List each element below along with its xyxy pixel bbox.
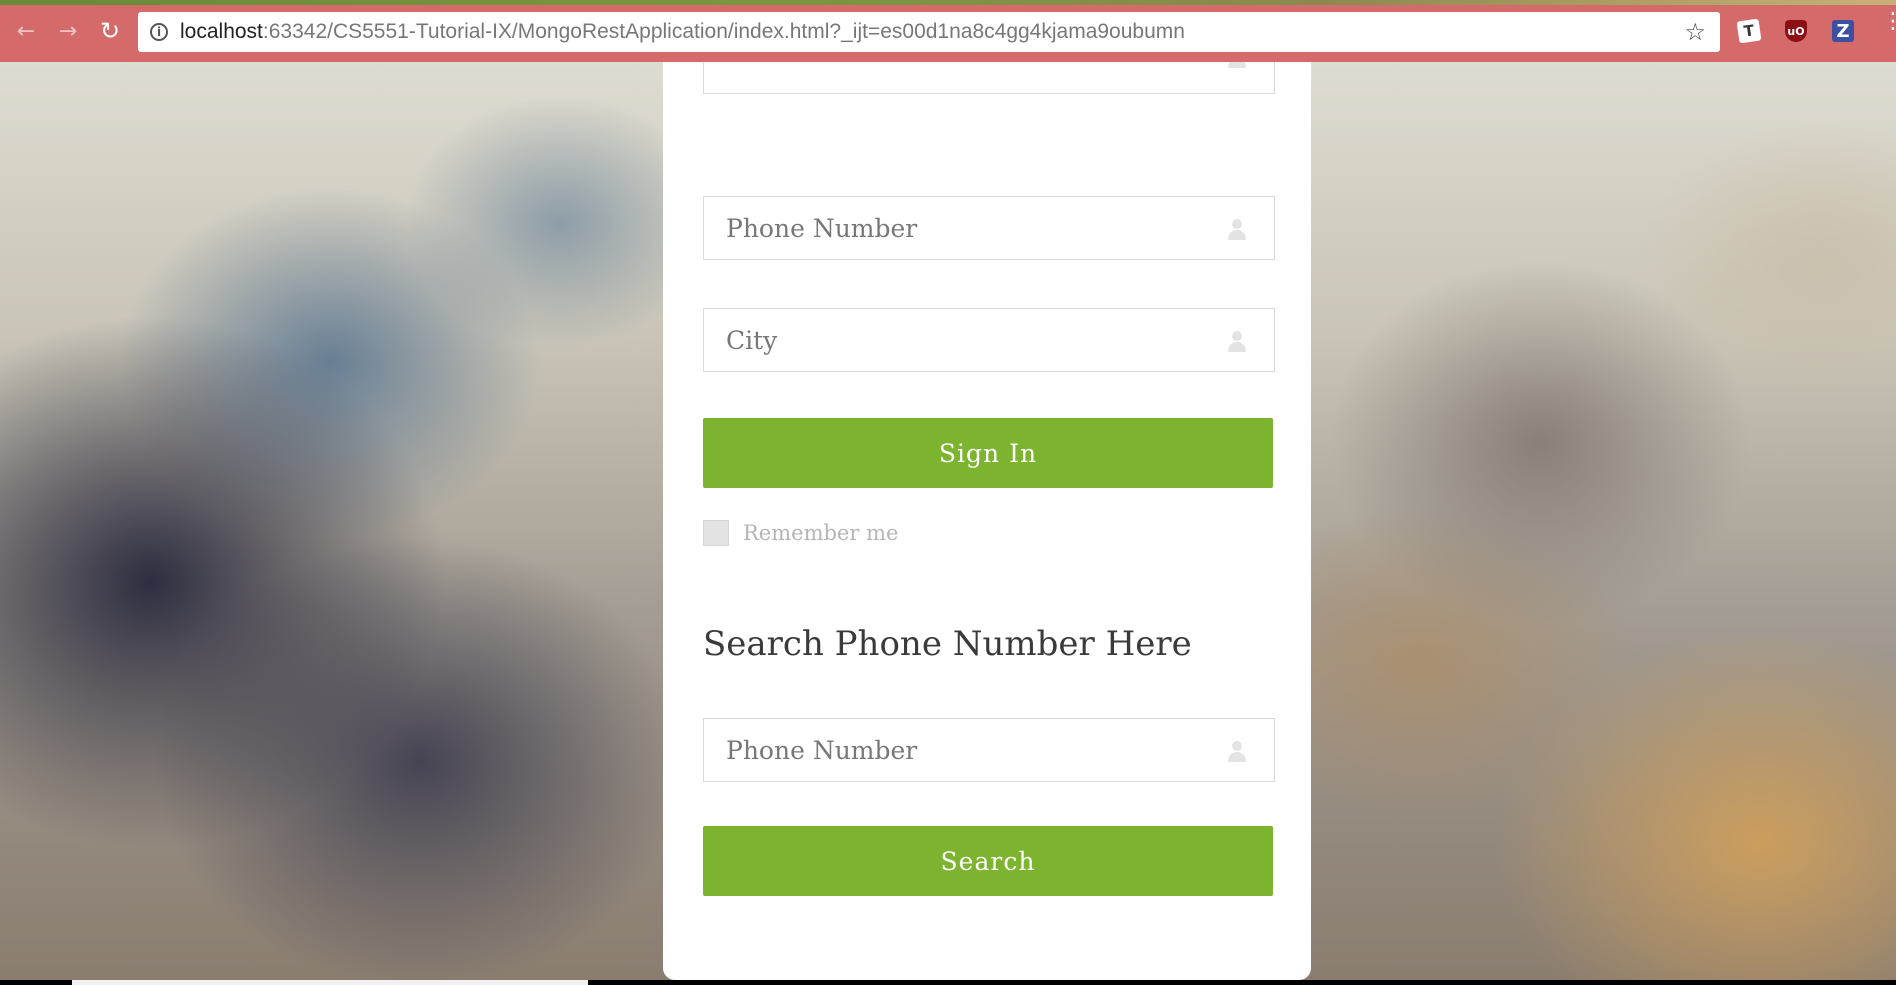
extension-z-icon[interactable]: Z bbox=[1832, 20, 1854, 42]
remember-me-checkbox[interactable] bbox=[703, 520, 729, 546]
reload-icon[interactable]: ↻ bbox=[96, 17, 124, 45]
search-button[interactable]: Search bbox=[703, 826, 1273, 896]
user-icon bbox=[1228, 741, 1246, 763]
user-icon bbox=[1228, 62, 1246, 69]
back-arrow-icon[interactable]: ← bbox=[12, 17, 40, 45]
sign-in-button[interactable]: Sign In bbox=[703, 418, 1273, 488]
last-name-input[interactable] bbox=[704, 62, 1206, 75]
search-title: Search Phone Number Here bbox=[703, 624, 1192, 664]
scrollbar-thumb[interactable] bbox=[72, 980, 588, 985]
address-bar[interactable]: i localhost:63342/CS5551-Tutorial-IX/Mon… bbox=[138, 12, 1720, 52]
info-icon[interactable]: i bbox=[150, 23, 168, 41]
search-card: Search Phone Number Here Search bbox=[663, 586, 1311, 980]
last-name-field[interactable] bbox=[703, 62, 1275, 94]
url-path: :63342/CS5551-Tutorial-IX/MongoRestAppli… bbox=[262, 20, 1185, 43]
tab-strip bbox=[0, 0, 1896, 5]
bookmark-star-icon[interactable]: ☆ bbox=[1684, 18, 1706, 46]
browser-menu-icon[interactable]: ⋮ bbox=[1882, 11, 1896, 33]
phone-number-field[interactable] bbox=[703, 196, 1275, 260]
horizontal-scrollbar[interactable] bbox=[0, 980, 1896, 985]
city-input[interactable] bbox=[704, 309, 1206, 371]
url-text[interactable]: localhost:63342/CS5551-Tutorial-IX/Mongo… bbox=[180, 20, 1185, 44]
remember-me-label[interactable]: Remember me bbox=[743, 521, 898, 545]
phone-number-input[interactable] bbox=[704, 197, 1206, 259]
ublock-extension-icon[interactable]: uO bbox=[1785, 20, 1807, 42]
browser-toolbar: ← → ↻ i localhost:63342/CS5551-Tutorial-… bbox=[0, 0, 1896, 63]
remember-me-row[interactable]: Remember me bbox=[703, 520, 898, 546]
page-viewport: Sign In Remember me Search Phone Number … bbox=[0, 62, 1896, 980]
user-icon bbox=[1228, 219, 1246, 241]
user-icon bbox=[1228, 331, 1246, 353]
url-host: localhost bbox=[180, 20, 263, 43]
signup-card: Sign In Remember me bbox=[663, 62, 1311, 617]
forward-arrow-icon[interactable]: → bbox=[54, 17, 82, 45]
extension-t-icon[interactable]: T bbox=[1736, 18, 1762, 44]
search-phone-field[interactable] bbox=[703, 718, 1275, 782]
city-field[interactable] bbox=[703, 308, 1275, 372]
search-phone-input[interactable] bbox=[704, 719, 1206, 781]
